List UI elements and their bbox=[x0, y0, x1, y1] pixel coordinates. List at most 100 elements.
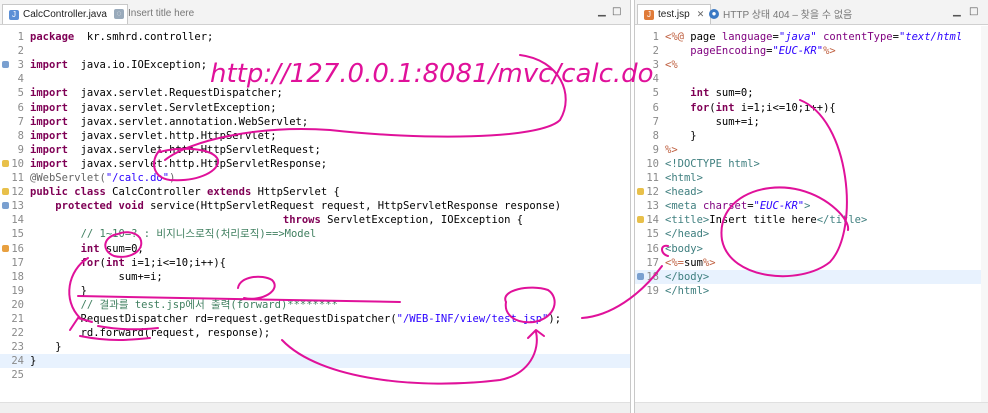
code-text[interactable]: </body> bbox=[665, 270, 709, 284]
code-line[interactable]: 25 bbox=[0, 368, 630, 382]
code-text[interactable]: </head> bbox=[665, 227, 709, 241]
code-line[interactable]: 6 import javax.servlet.ServletException; bbox=[0, 101, 630, 115]
minimize-icon[interactable]: ▁ bbox=[953, 6, 961, 17]
code-text[interactable]: <head> bbox=[665, 185, 703, 199]
code-line[interactable]: 13 <meta charset="EUC-KR"> bbox=[635, 199, 988, 213]
code-text[interactable]: import javax.servlet.ServletException; bbox=[30, 101, 277, 115]
code-line[interactable]: 7 sum+=i; bbox=[635, 115, 988, 129]
code-line[interactable]: 12 public class CalcController extends Ht… bbox=[0, 185, 630, 199]
code-line[interactable]: 15 // 1~10=? : 비지니스로직(처리로직)==>Model bbox=[0, 227, 630, 241]
jsp-code-area[interactable]: 1 <%@ page language="java" contentType="t… bbox=[635, 26, 988, 403]
code-text[interactable]: // 1~10=? : 비지니스로직(처리로직)==>Model bbox=[30, 227, 317, 241]
code-text[interactable]: <%@ page language="java" contentType="te… bbox=[665, 30, 962, 44]
code-line[interactable]: 18 sum+=i; bbox=[0, 270, 630, 284]
code-text[interactable]: sum+=i; bbox=[665, 115, 760, 129]
jsp-editor-pane[interactable]: J test.jsp ✕ ● HTTP 상태 404 – 찾을 수 없음 ▁ □… bbox=[634, 0, 988, 413]
code-text[interactable]: for(int i=1;i<=10;i++){ bbox=[30, 256, 226, 270]
code-text[interactable]: pageEncoding="EUC-KR"%> bbox=[665, 44, 835, 58]
code-text[interactable]: import javax.servlet.RequestDispatcher; bbox=[30, 86, 283, 100]
code-text[interactable]: <body> bbox=[665, 242, 703, 256]
code-token: // 결과를 test.jsp에서 출력(forward)******** bbox=[30, 298, 338, 311]
code-text[interactable]: @WebServlet("/calc.do") bbox=[30, 171, 175, 185]
code-text[interactable]: import javax.servlet.http.HttpServletRes… bbox=[30, 157, 327, 171]
code-text[interactable]: sum+=i; bbox=[30, 270, 163, 284]
code-line[interactable]: 9 import javax.servlet.http.HttpServletRe… bbox=[0, 143, 630, 157]
code-text[interactable]: } bbox=[665, 129, 696, 143]
code-line[interactable]: 20 // 결과를 test.jsp에서 출력(forward)******** bbox=[0, 298, 630, 312]
code-text[interactable]: rd.forward(request, response); bbox=[30, 326, 271, 340]
code-text[interactable]: } bbox=[30, 340, 61, 354]
code-line[interactable]: 10 import javax.servlet.http.HttpServletR… bbox=[0, 157, 630, 171]
code-text[interactable]: <meta charset="EUC-KR"> bbox=[665, 199, 810, 213]
code-text[interactable]: import javax.servlet.http.HttpServletReq… bbox=[30, 143, 321, 157]
code-line[interactable]: 17 <%=sum%> bbox=[635, 256, 988, 270]
code-line[interactable]: 5 int sum=0; bbox=[635, 86, 988, 100]
java-editor-pane[interactable]: J CalcController.java ✕ ◌ Insert title h… bbox=[0, 0, 631, 413]
code-line[interactable]: 3 import java.io.IOException; bbox=[0, 58, 630, 72]
code-line[interactable]: 1 package kr.smhrd.controller; bbox=[0, 30, 630, 44]
vertical-scrollbar[interactable] bbox=[981, 26, 988, 403]
code-line[interactable]: 16 int sum=0; bbox=[0, 242, 630, 256]
code-line[interactable]: 11 @WebServlet("/calc.do") bbox=[0, 171, 630, 185]
code-text[interactable]: public class CalcController extends Http… bbox=[30, 185, 340, 199]
code-line[interactable]: 16 <body> bbox=[635, 242, 988, 256]
code-line[interactable]: 2 pageEncoding="EUC-KR"%> bbox=[635, 44, 988, 58]
code-line[interactable]: 24} bbox=[0, 354, 630, 369]
code-text[interactable]: <!DOCTYPE html> bbox=[665, 157, 760, 171]
code-line[interactable]: 14 throws ServletException, IOException … bbox=[0, 213, 630, 227]
code-line[interactable]: 14 <title>Insert title here</title> bbox=[635, 213, 988, 227]
horizontal-scrollbar[interactable] bbox=[635, 402, 988, 413]
code-text[interactable]: import javax.servlet.annotation.WebServl… bbox=[30, 115, 308, 129]
code-text[interactable]: </html> bbox=[665, 284, 709, 298]
code-line[interactable]: 9 %> bbox=[635, 143, 988, 157]
horizontal-scrollbar[interactable] bbox=[0, 402, 630, 413]
code-line[interactable]: 10 <!DOCTYPE html> bbox=[635, 157, 988, 171]
code-line[interactable]: 12 <head> bbox=[635, 185, 988, 199]
code-text[interactable]: <title>Insert title here</title> bbox=[665, 213, 867, 227]
code-line[interactable]: 6 for(int i=1;i<=10;i++){ bbox=[635, 101, 988, 115]
code-text[interactable]: <% bbox=[665, 58, 678, 72]
code-text[interactable]: %> bbox=[665, 143, 678, 157]
tab-test-jsp[interactable]: J test.jsp ✕ bbox=[637, 4, 712, 24]
tab-http-404[interactable]: ● HTTP 상태 404 – 찾을 수 없음 bbox=[703, 4, 858, 23]
code-line[interactable]: 8 import javax.servlet.http.HttpServlet; bbox=[0, 129, 630, 143]
code-line[interactable]: 17 for(int i=1;i<=10;i++){ bbox=[0, 256, 630, 270]
code-line[interactable]: 19 } bbox=[0, 284, 630, 298]
code-text[interactable]: <html> bbox=[665, 171, 703, 185]
code-line[interactable]: 21 RequestDispatcher rd=request.getReque… bbox=[0, 312, 630, 326]
code-line[interactable]: 19 </html> bbox=[635, 284, 988, 298]
code-line[interactable]: 4 bbox=[0, 72, 630, 86]
code-line[interactable]: 4 bbox=[635, 72, 988, 86]
code-token: <meta bbox=[665, 200, 703, 213]
code-line[interactable]: 5 import javax.servlet.RequestDispatcher; bbox=[0, 86, 630, 100]
code-line[interactable]: 11 <html> bbox=[635, 171, 988, 185]
code-text[interactable]: <%=sum%> bbox=[665, 256, 716, 270]
code-text[interactable]: } bbox=[30, 354, 36, 368]
code-line[interactable]: 13 protected void service(HttpServletReq… bbox=[0, 199, 630, 213]
code-line[interactable]: 8 } bbox=[635, 129, 988, 143]
maximize-icon[interactable]: □ bbox=[612, 6, 621, 17]
code-text[interactable]: for(int i=1;i<=10;i++){ bbox=[665, 101, 835, 115]
code-text[interactable]: protected void service(HttpServletReques… bbox=[30, 199, 561, 213]
code-text[interactable]: int sum=0; bbox=[30, 242, 144, 256]
code-text[interactable]: RequestDispatcher rd=request.getRequestD… bbox=[30, 312, 561, 326]
code-line[interactable]: 22 rd.forward(request, response); bbox=[0, 326, 630, 340]
code-text[interactable]: int sum=0; bbox=[665, 86, 753, 100]
tab-insert-title[interactable]: ◌ Insert title here bbox=[108, 4, 200, 23]
code-text[interactable]: import java.io.IOException; bbox=[30, 58, 207, 72]
code-text[interactable]: import javax.servlet.http.HttpServlet; bbox=[30, 129, 277, 143]
code-line[interactable]: 23 } bbox=[0, 340, 630, 354]
code-line[interactable]: 3 <% bbox=[635, 58, 988, 72]
maximize-icon[interactable]: □ bbox=[969, 6, 978, 17]
code-line[interactable]: 18 </body> bbox=[635, 269, 988, 284]
code-line[interactable]: 7 import javax.servlet.annotation.WebServ… bbox=[0, 115, 630, 129]
code-line[interactable]: 1 <%@ page language="java" contentType="t… bbox=[635, 30, 988, 44]
code-text[interactable]: // 결과를 test.jsp에서 출력(forward)******** bbox=[30, 298, 338, 312]
minimize-icon[interactable]: ▁ bbox=[598, 6, 606, 17]
code-line[interactable]: 2 bbox=[0, 44, 630, 58]
code-line[interactable]: 15 </head> bbox=[635, 227, 988, 241]
java-code-area[interactable]: 1 package kr.smhrd.controller; 2 3 import ja… bbox=[0, 26, 630, 403]
code-text[interactable]: package kr.smhrd.controller; bbox=[30, 30, 213, 44]
code-text[interactable]: } bbox=[30, 284, 87, 298]
code-text[interactable]: throws ServletException, IOException { bbox=[30, 213, 523, 227]
